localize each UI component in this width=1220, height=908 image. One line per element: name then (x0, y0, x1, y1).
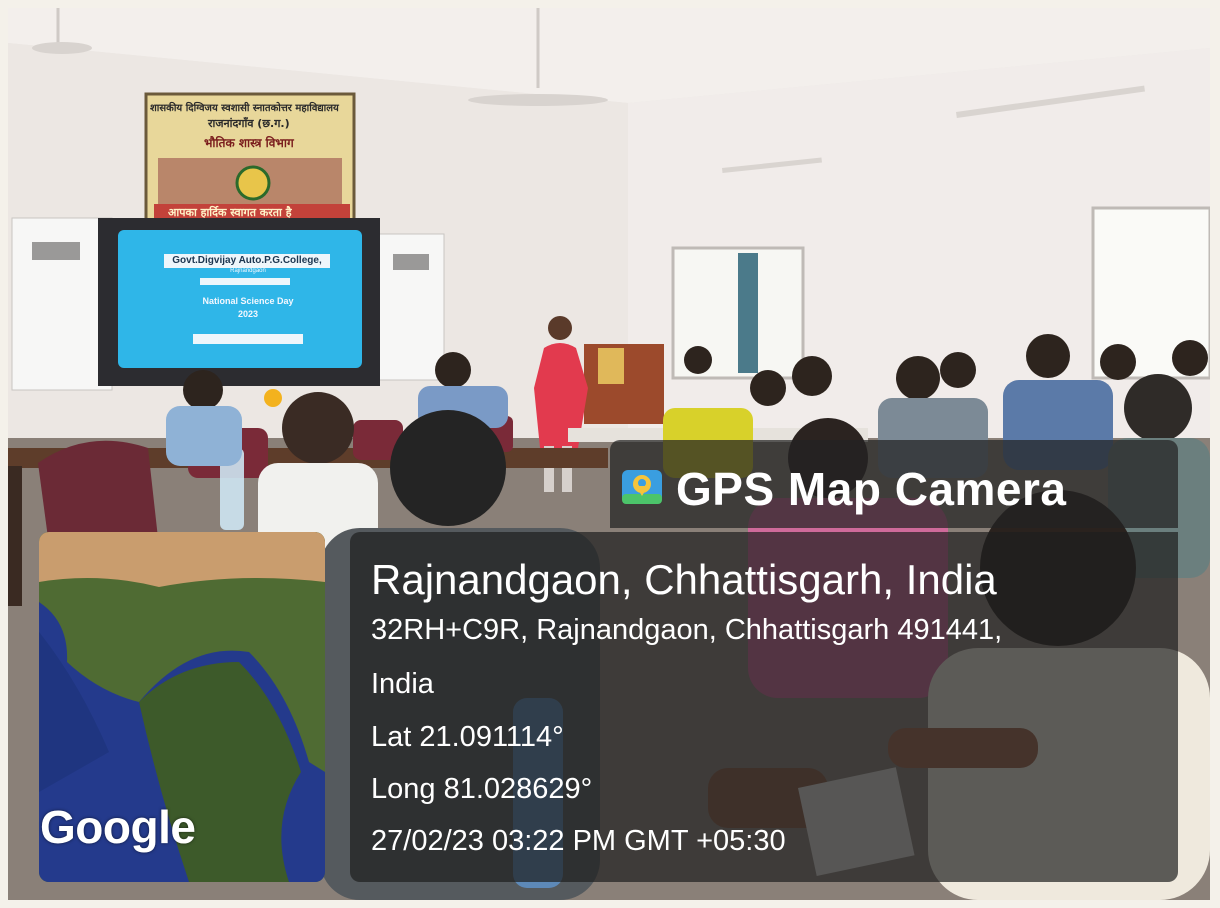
screen-subtitle: Rajnandgaon (230, 268, 266, 274)
timestamp-readout: 27/02/23 03:22 PM GMT +05:30 (371, 825, 786, 857)
banner-line-3: भौतिक शास्त्र विभाग (204, 136, 294, 150)
photo-frame: शासकीय दिग्विजय स्वशासी स्नातकोत्तर महाव… (0, 0, 1220, 908)
address-line-1: 32RH+C9R, Rajnandgaon, Chhattisgarh 4914… (371, 614, 1003, 646)
longitude-readout: Long 81.028629° (371, 773, 593, 805)
latitude-readout: Lat 21.091114° (371, 721, 564, 753)
location-title: Rajnandgaon, Chhattisgarh, India (371, 556, 997, 603)
screen-year: 2023 (237, 309, 259, 319)
google-logo: Google (40, 801, 196, 853)
gps-camera-icon (620, 466, 664, 506)
gps-app-title: GPS Map Camera (676, 463, 1067, 515)
banner-line-4: आपका हार्दिक स्वागत करता है (168, 206, 292, 219)
address-line-2: India (371, 668, 434, 700)
screen-event: National Science Day (202, 296, 294, 306)
screen-title: Govt.Digvijay Auto.P.G.College, (172, 255, 322, 266)
banner-line-1: शासकीय दिग्विजय स्वशासी स्नातकोत्तर महाव… (150, 103, 339, 114)
banner-line-2: राजनांदगाँव (छ.ग.) (208, 117, 290, 130)
